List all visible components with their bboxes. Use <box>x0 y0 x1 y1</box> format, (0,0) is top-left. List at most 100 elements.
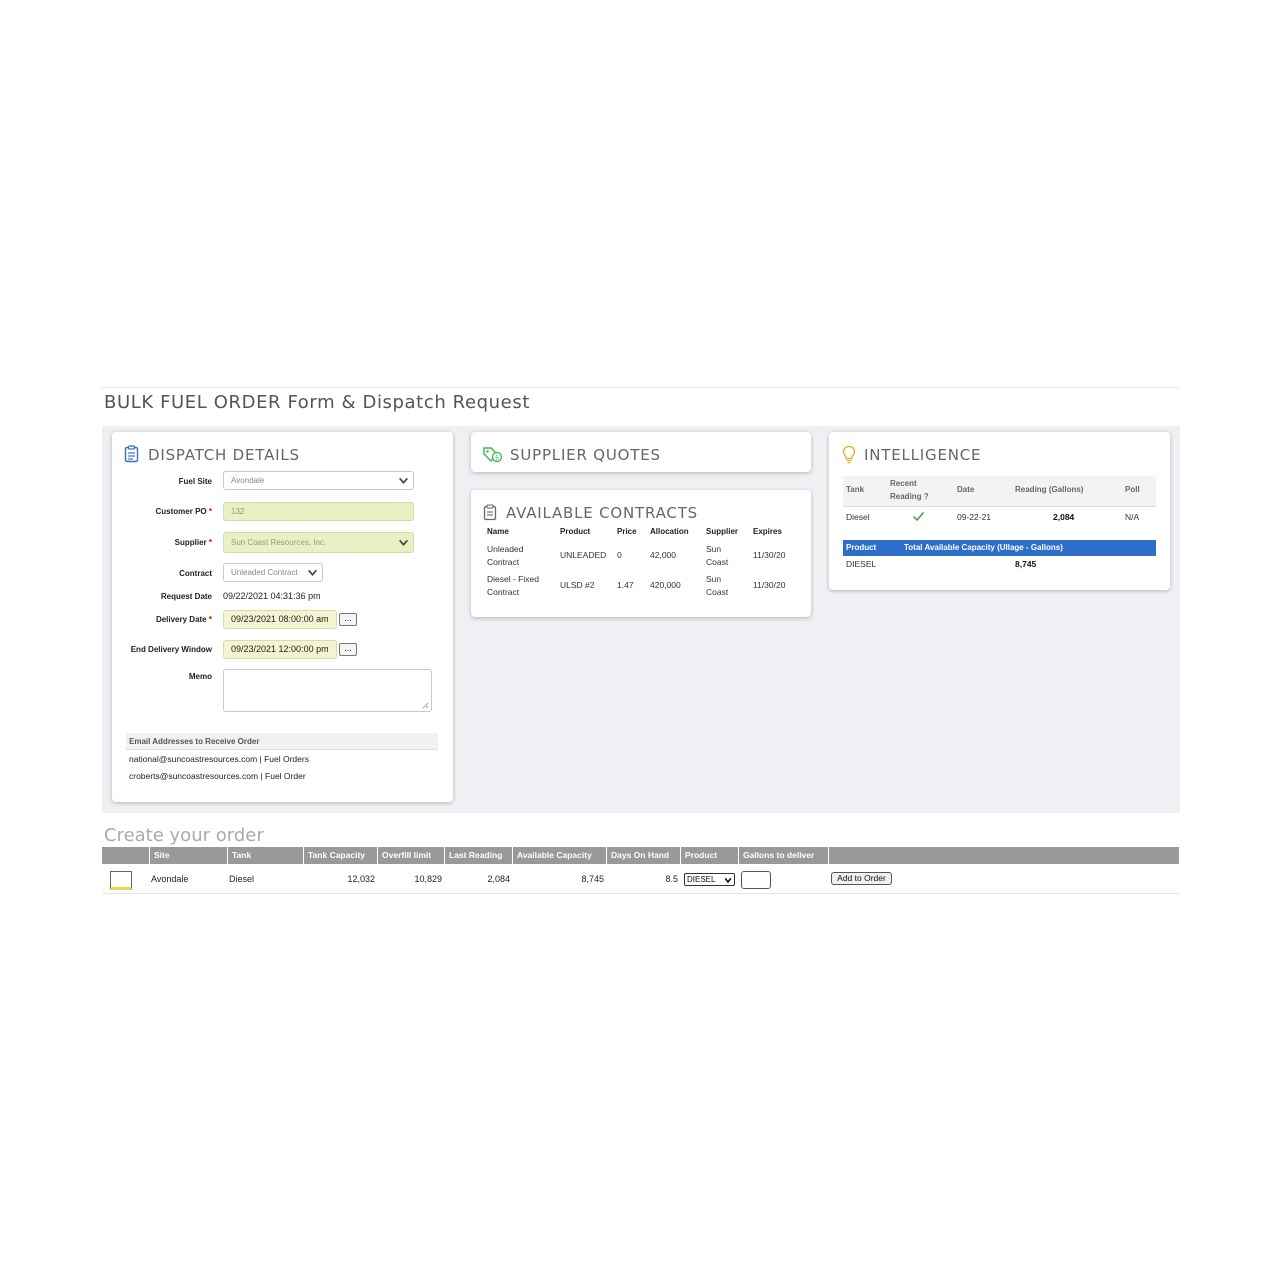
intel-date: 09-22-21 <box>957 512 992 522</box>
fuel-site-label: Fuel Site <box>178 477 212 486</box>
contracts-header-allocation: Allocation <box>650 527 689 536</box>
order-overfill-limit: 10,829 <box>414 874 442 884</box>
clipboard-icon <box>483 504 497 521</box>
end-delivery-window-input[interactable]: 09/23/2021 12:00:00 pm <box>223 640 337 659</box>
customer-po-input[interactable]: 132 <box>223 502 414 521</box>
order-available-capacity: 8,745 <box>581 874 604 884</box>
contract-product: ULSD #2 <box>560 580 595 590</box>
order-site: Avondale <box>151 874 189 884</box>
delivery-date-picker-button[interactable]: ... <box>339 613 357 626</box>
contract-supplier: Sun Coast <box>706 574 729 597</box>
contract-product: UNLEADED <box>560 550 607 560</box>
resize-grip-icon[interactable] <box>422 702 429 709</box>
supplier-quotes-title: SUPPLIER QUOTES <box>510 446 661 464</box>
customer-po-label-text: Customer PO <box>155 507 207 516</box>
delivery-date-label: Delivery Date * <box>112 615 212 624</box>
clipboard-icon <box>124 445 139 463</box>
supplier-select[interactable]: Sun Coast Resources, Inc. <box>223 532 414 553</box>
add-to-order-button[interactable]: Add to Order <box>831 872 892 885</box>
order-header-gallons: Gallons to deliver <box>738 847 829 864</box>
lightbulb-icon <box>842 445 856 464</box>
chevron-down-icon <box>724 877 732 884</box>
order-tank-capacity: 12,032 <box>347 874 375 884</box>
order-header-product: Product <box>680 847 739 864</box>
contract-allocation: 42,000 <box>650 550 676 560</box>
email-addresses-header: Email Addresses to Receive Order <box>126 733 438 750</box>
required-mark: * <box>208 615 212 624</box>
chevron-down-icon <box>399 539 408 546</box>
order-header-spacer <box>828 847 1179 864</box>
top-divider <box>101 387 1180 388</box>
order-product-value: DIESEL <box>687 875 716 884</box>
order-header-available-capacity: Available Capacity <box>512 847 607 864</box>
supplier-label: Supplier * <box>112 538 212 547</box>
contract-allocation: 420,000 <box>650 580 681 590</box>
intel-header-tank: Tank <box>846 485 865 494</box>
order-header-tank-capacity: Tank Capacity <box>303 847 378 864</box>
required-mark: * <box>208 538 212 547</box>
intel-header-reading: Reading (Gallons) <box>1015 485 1084 494</box>
fuel-site-select[interactable]: Avondale <box>223 471 414 490</box>
chevron-down-icon <box>399 477 408 484</box>
create-order-title: Create your order <box>104 825 264 846</box>
order-row-checkbox[interactable] <box>110 871 132 890</box>
order-header-overfill-limit: Overfill limit <box>377 847 445 864</box>
order-header-tank: Tank <box>227 847 304 864</box>
request-date-value: 09/22/2021 04:31:36 pm <box>223 591 321 601</box>
contracts-header-product: Product <box>560 527 591 536</box>
contracts-header-price: Price <box>617 527 637 536</box>
capacity-total: 8,745 <box>1015 559 1037 569</box>
chevron-down-icon <box>308 569 317 576</box>
contracts-header-expires: Expires <box>753 527 782 536</box>
contract-label: Contract <box>179 569 212 578</box>
gallons-to-deliver-input[interactable] <box>741 871 771 889</box>
order-table-header: Site Tank Tank Capacity Overfill limit L… <box>102 847 1179 864</box>
capacity-header-total: Total Available Capacity (Ullage - Gallo… <box>904 543 1063 552</box>
dispatch-details-title: DISPATCH DETAILS <box>148 446 300 464</box>
intelligence-title: INTELLIGENCE <box>864 446 982 464</box>
contracts-header-supplier: Supplier <box>706 527 739 536</box>
order-days-on-hand: 8.5 <box>665 874 678 884</box>
memo-label: Memo <box>188 672 212 681</box>
order-header-last-reading: Last Reading <box>444 847 513 864</box>
memo-textarea[interactable] <box>223 669 432 712</box>
contracts-header-name: Name <box>487 527 509 536</box>
supplier-value: Sun Coast Resources, Inc. <box>231 538 327 547</box>
contract-price: 1.47 <box>617 580 634 590</box>
available-contracts-title: AVAILABLE CONTRACTS <box>506 504 698 522</box>
order-product-select[interactable]: DIESEL <box>684 873 735 886</box>
intel-poll: N/A <box>1125 512 1140 522</box>
page-title: BULK FUEL ORDER Form & Dispatch Request <box>104 392 530 413</box>
email-address-item: croberts@suncoastresources.com | Fuel Or… <box>129 771 306 781</box>
contract-value: Unleaded Contract <box>231 568 298 577</box>
contract-expires: 11/30/20 <box>753 580 786 590</box>
contract-supplier: Sun Coast <box>706 544 729 567</box>
order-header-site: Site <box>149 847 228 864</box>
contract-name[interactable]: Diesel - Fixed Contract <box>487 573 549 599</box>
contract-price: 0 <box>617 550 622 560</box>
price-tag-icon: $ <box>483 447 503 463</box>
svg-text:$: $ <box>495 454 499 462</box>
delivery-date-label-text: Delivery Date <box>155 615 207 624</box>
order-header-days-on-hand: Days On Hand <box>606 847 681 864</box>
intel-reading: 2,084 <box>1053 512 1075 522</box>
capacity-product: DIESEL <box>846 559 877 569</box>
order-tank: Diesel <box>229 874 255 884</box>
request-date-label: Request Date <box>160 592 212 601</box>
check-icon <box>912 512 925 522</box>
end-delivery-window-label: End Delivery Window <box>130 645 212 654</box>
email-address-item: national@suncoastresources.com | Fuel Or… <box>129 754 309 764</box>
delivery-date-input[interactable]: 09/23/2021 08:00:00 am <box>223 610 337 629</box>
required-mark: * <box>208 507 212 516</box>
intel-header-recent-reading: Recent Reading ? <box>890 479 929 501</box>
fuel-site-value: Avondale <box>231 476 265 485</box>
capacity-header-product: Product <box>846 543 877 552</box>
intel-tank: Diesel <box>846 512 870 522</box>
contract-select[interactable]: Unleaded Contract <box>223 563 323 582</box>
customer-po-label: Customer PO * <box>112 507 212 516</box>
end-delivery-window-picker-button[interactable]: ... <box>339 643 357 656</box>
intel-header-date: Date <box>957 485 975 494</box>
capacity-header-bar: Product Total Available Capacity (Ullage… <box>843 540 1156 556</box>
contract-expires: 11/30/20 <box>753 550 786 560</box>
contract-name[interactable]: Unleaded Contract <box>487 543 549 569</box>
